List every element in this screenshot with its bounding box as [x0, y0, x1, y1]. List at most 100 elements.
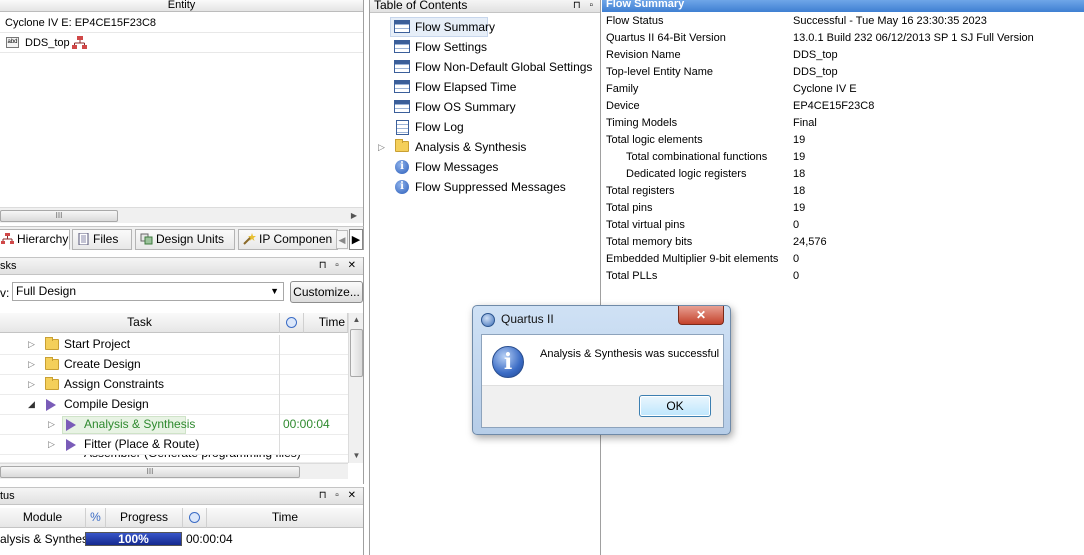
- status-panel-buttons[interactable]: ⊓ ▫ ✕: [319, 488, 359, 504]
- expand-arrow-icon[interactable]: ▷: [48, 435, 55, 454]
- toc-item-flow-suppressed-messages[interactable]: i Flow Suppressed Messages: [370, 177, 600, 197]
- task-label: Compile Design: [64, 397, 149, 411]
- task-row[interactable]: ◢ Compile Design: [0, 395, 348, 415]
- flow-summary-row[interactable]: Dedicated logic registers 18: [602, 166, 1084, 183]
- flow-summary-row[interactable]: Embedded Multiplier 9-bit elements 0: [602, 251, 1084, 268]
- expand-arrow-icon[interactable]: ▷: [48, 415, 55, 434]
- flow-summary-row[interactable]: Total virtual pins 0: [602, 217, 1084, 234]
- flow-summary-row[interactable]: Total combinational functions 19: [602, 149, 1084, 166]
- status-row[interactable]: alysis & Synthesis 100% 00:00:04: [0, 529, 363, 549]
- task-row[interactable]: Assembler (Generate programming files): [0, 455, 348, 463]
- task-row-selected[interactable]: ▷ Analysis & Synthesis 00:00:04: [0, 415, 348, 435]
- flow-summary-row[interactable]: Total memory bits 24,576: [602, 234, 1084, 251]
- customize-button[interactable]: Customize...: [290, 281, 363, 303]
- flow-summary-value: DDS_top: [793, 66, 838, 78]
- percent-column-header[interactable]: %: [86, 508, 106, 528]
- toc-item-label: Flow Settings: [415, 40, 488, 54]
- entity-scroll-thumb[interactable]: III: [0, 210, 118, 222]
- tab-files[interactable]: Files: [72, 229, 132, 250]
- toc-title: Table of Contents: [374, 0, 468, 12]
- flow-summary-row[interactable]: Device EP4CE15F23C8: [602, 98, 1084, 115]
- flow-summary-row[interactable]: Total logic elements 19: [602, 132, 1084, 149]
- run-play-icon[interactable]: [66, 439, 76, 451]
- dialog-close-button[interactable]: ✕: [678, 306, 724, 325]
- toc-item-label: Flow Elapsed Time: [415, 80, 517, 94]
- flow-summary-value: Final: [793, 117, 817, 129]
- dialog-body: i Analysis & Synthesis was successful OK: [481, 334, 724, 428]
- toc-item-flow-elapsed-time[interactable]: Flow Elapsed Time: [370, 77, 600, 97]
- tab-ip-components[interactable]: IP Componen: [238, 229, 338, 250]
- expand-arrow-icon[interactable]: ▷: [28, 355, 35, 374]
- scroll-right-arrow-icon[interactable]: ▶: [347, 208, 361, 224]
- expand-arrow-icon[interactable]: ▷: [28, 375, 35, 394]
- time-clock-column-header[interactable]: [280, 313, 304, 333]
- progress-column-header[interactable]: Progress: [106, 508, 183, 528]
- top-entity-tree-row[interactable]: abd DDS_top: [0, 34, 363, 53]
- clock-column-header[interactable]: [183, 508, 207, 528]
- scroll-up-arrow-icon[interactable]: ▲: [349, 313, 363, 327]
- entity-column-header[interactable]: Entity: [0, 0, 363, 12]
- flow-summary-value: DDS_top: [793, 49, 838, 61]
- flow-select[interactable]: Full Design ▼: [12, 282, 284, 301]
- tabs-scroll-left-icon[interactable]: ◀: [336, 230, 348, 249]
- tab-files-label: Files: [93, 232, 119, 246]
- toc-item-analysis-synthesis[interactable]: ▷ Analysis & Synthesis: [370, 137, 600, 157]
- toc-item-flow-non-default-settings[interactable]: Flow Non-Default Global Settings: [370, 57, 600, 77]
- flow-summary-row[interactable]: Total pins 19: [602, 200, 1084, 217]
- flow-summary-row[interactable]: Timing Models Final: [602, 115, 1084, 132]
- run-play-icon[interactable]: [66, 419, 76, 431]
- flow-summary-key: Top-level Entity Name: [606, 66, 713, 78]
- toc-item-flow-messages[interactable]: i Flow Messages: [370, 157, 600, 177]
- tasks-scroll-thumb[interactable]: [350, 329, 363, 377]
- expand-arrow-icon[interactable]: ▷: [378, 137, 385, 157]
- flow-summary-row[interactable]: Quartus II 64-Bit Version 13.0.1 Build 23…: [602, 30, 1084, 47]
- toc-item-flow-os-summary[interactable]: Flow OS Summary: [370, 97, 600, 117]
- flow-summary-title: Flow Summary: [602, 0, 1084, 12]
- toc-item-flow-settings[interactable]: Flow Settings: [370, 37, 600, 57]
- status-panel: tus ⊓ ▫ ✕ Module % Progress Time alysis …: [0, 487, 364, 555]
- toc-panel-buttons[interactable]: ⊓ ▫: [573, 0, 596, 11]
- task-row[interactable]: ▷ Assign Constraints: [0, 375, 348, 395]
- tasks-panel-buttons[interactable]: ⊓ ▫ ✕: [319, 258, 359, 274]
- task-row[interactable]: ▷ Start Project: [0, 335, 348, 355]
- task-column-label: Task: [127, 315, 152, 329]
- flow-summary-row[interactable]: Flow Status Successful - Tue May 16 23:30…: [602, 13, 1084, 30]
- expand-arrow-icon[interactable]: ▷: [28, 335, 35, 354]
- module-column-header[interactable]: Module: [0, 508, 86, 528]
- project-navigator-tabs: Hierarchy Files Design Units IP Componen…: [0, 226, 364, 250]
- flow-summary-row[interactable]: Revision Name DDS_top: [602, 47, 1084, 64]
- time-column-header[interactable]: Time: [207, 508, 363, 528]
- flow-summary-row[interactable]: Total PLLs 0: [602, 268, 1084, 285]
- task-row[interactable]: ▷ Fitter (Place & Route): [0, 435, 348, 455]
- device-tree-row[interactable]: Cyclone IV E: EP4CE15F23C8: [0, 14, 363, 33]
- entity-horizontal-scrollbar[interactable]: III ▶: [0, 207, 363, 223]
- tabs-scroll-right-icon[interactable]: ▶: [349, 229, 363, 250]
- task-row[interactable]: ▷ Create Design: [0, 355, 348, 375]
- flow-summary-row[interactable]: Top-level Entity Name DDS_top: [602, 64, 1084, 81]
- info-icon: i: [395, 160, 409, 174]
- quartus-message-dialog: Quartus II ✕ i Analysis & Synthesis was …: [472, 305, 731, 435]
- device-label: Cyclone IV E: EP4CE15F23C8: [5, 17, 157, 29]
- scroll-down-arrow-icon[interactable]: ▼: [349, 449, 363, 463]
- task-column-header[interactable]: Task: [0, 313, 280, 333]
- flow-select-value: Full Design: [16, 284, 77, 298]
- table-icon: [394, 100, 410, 113]
- status-panel-title-bar: tus ⊓ ▫ ✕: [0, 487, 363, 505]
- tasks-vertical-scrollbar[interactable]: ▲ ▼: [348, 313, 363, 463]
- toc-item-flow-log[interactable]: Flow Log: [370, 117, 600, 137]
- flow-summary-key: Flow Status: [606, 15, 664, 27]
- collapse-arrow-icon[interactable]: ◢: [28, 395, 35, 414]
- time-column-header[interactable]: Time: [304, 313, 348, 333]
- flow-summary-row[interactable]: Family Cyclone IV E: [602, 81, 1084, 98]
- flow-summary-key: Device: [606, 100, 640, 112]
- tab-design-units[interactable]: Design Units: [135, 229, 235, 250]
- ok-button[interactable]: OK: [639, 395, 711, 417]
- tab-hierarchy[interactable]: Hierarchy: [0, 229, 70, 250]
- folder-icon: [45, 337, 59, 350]
- progress-text: 100%: [118, 532, 149, 546]
- tasks-scroll-thumb-h[interactable]: III: [0, 466, 300, 478]
- tasks-horizontal-scrollbar[interactable]: III: [0, 463, 348, 479]
- flow-summary-row[interactable]: Total registers 18: [602, 183, 1084, 200]
- task-label: Create Design: [64, 357, 141, 371]
- toc-item-flow-summary[interactable]: Flow Summary: [370, 17, 600, 37]
